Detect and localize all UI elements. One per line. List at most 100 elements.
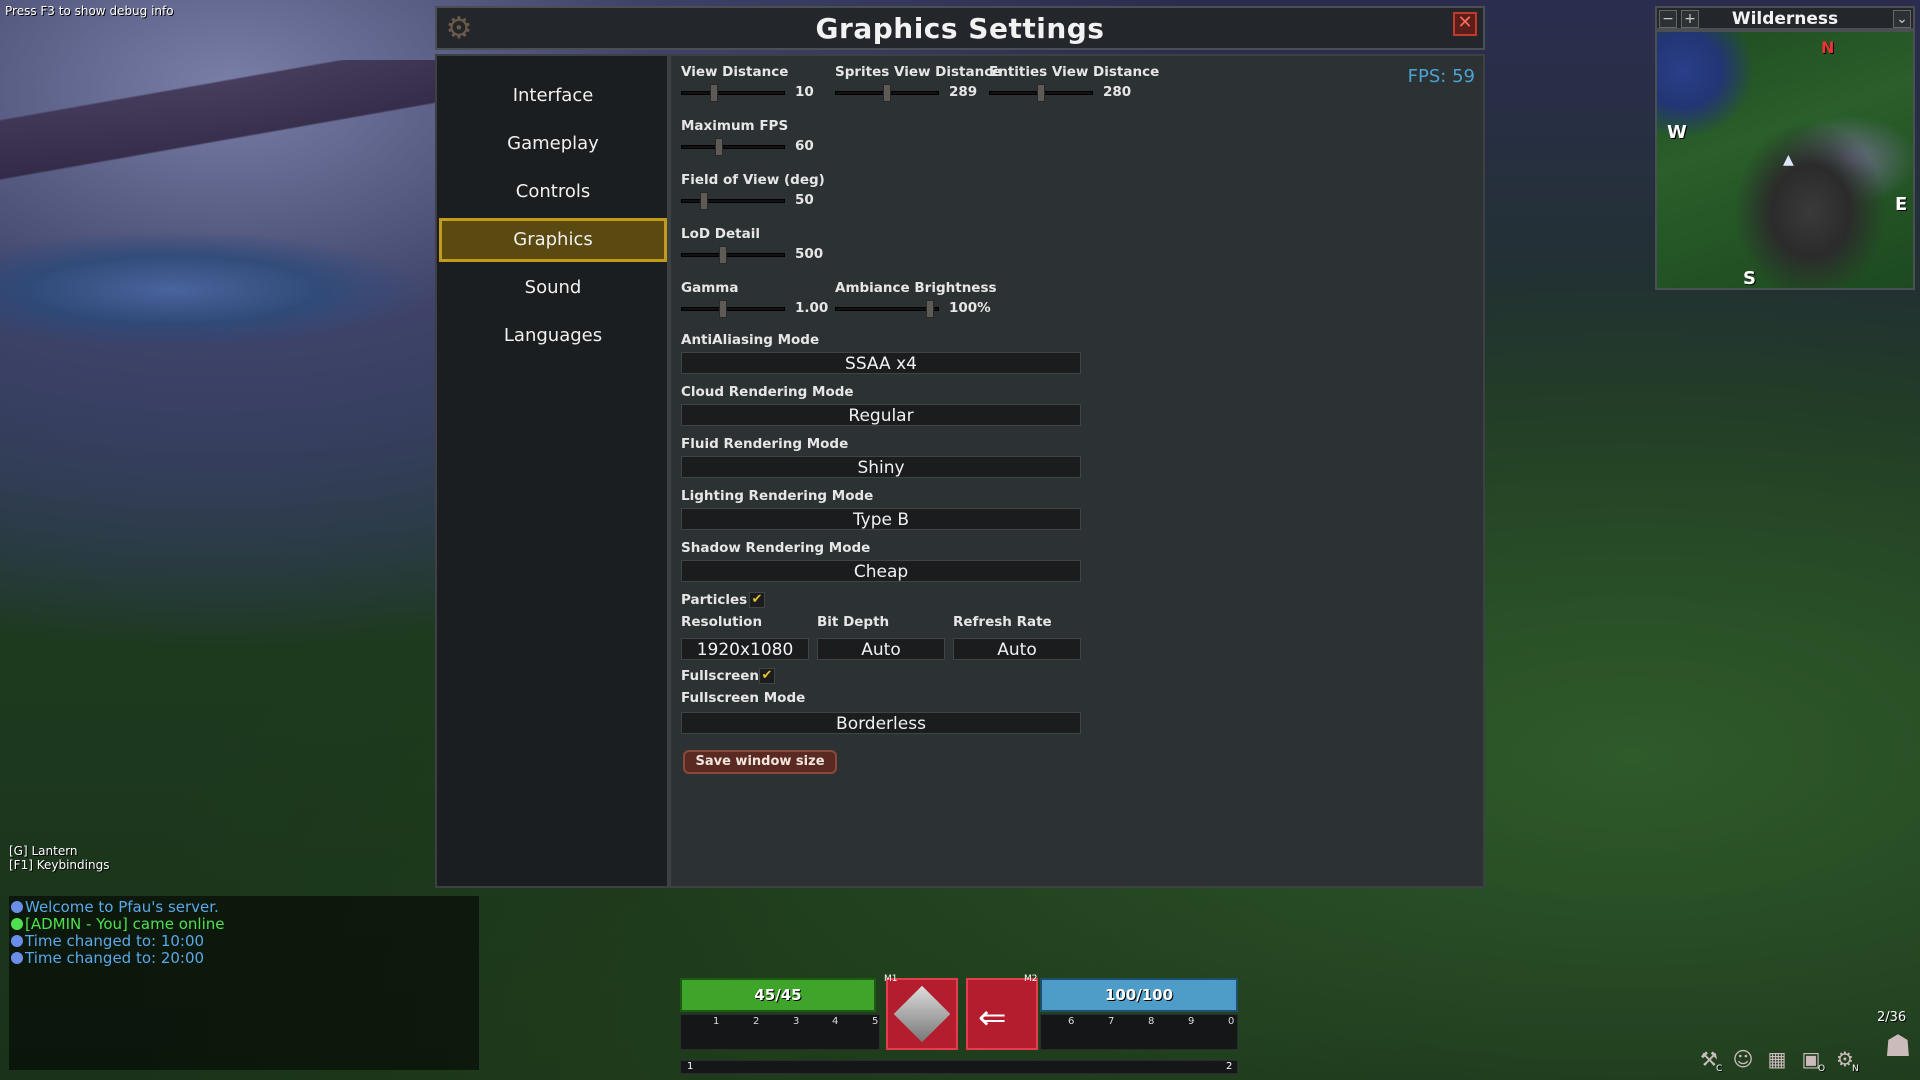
m2-label: M2 xyxy=(1024,974,1038,984)
slider-knob[interactable] xyxy=(719,300,728,318)
lantern-hint: [G] Lantern xyxy=(9,844,78,858)
compass-east: E xyxy=(1895,194,1908,215)
chat-box[interactable]: Welcome to Pfau's server. [ADMIN - You] … xyxy=(9,896,479,1070)
energy-value: 100/100 xyxy=(1104,986,1174,1004)
dash-arrow-icon: ⇐ xyxy=(978,998,1007,1038)
keybindings-hint: [F1] Keybindings xyxy=(9,858,110,872)
fullscreen-checkbox[interactable]: ✔ xyxy=(759,668,775,684)
slider-knob[interactable] xyxy=(714,138,723,156)
shadow-dropdown[interactable]: Cheap xyxy=(681,560,1081,582)
slot-5-label: 5 xyxy=(872,1016,879,1027)
slot-3-label: 3 xyxy=(793,1016,800,1027)
lod-slider[interactable] xyxy=(681,246,785,264)
energy-bar: 100/100 xyxy=(1040,978,1238,1012)
cloud-label: Cloud Rendering Mode xyxy=(681,384,854,400)
slider-knob[interactable] xyxy=(1037,84,1045,102)
page-counter: 2/36 xyxy=(1877,1010,1907,1025)
gamma-label: Gamma xyxy=(681,280,739,296)
view-distance-slider[interactable] xyxy=(681,84,785,102)
ambiance-slider[interactable] xyxy=(835,300,939,318)
tab-sound[interactable]: Sound xyxy=(439,266,667,310)
sword-icon xyxy=(893,985,951,1043)
chat-bullet-icon xyxy=(11,901,23,913)
chat-bullet-icon xyxy=(11,918,23,930)
crafting-hotkey: C xyxy=(1716,1064,1723,1074)
social-icon[interactable]: ☺ xyxy=(1730,1046,1756,1072)
fullscreen-mode-dropdown[interactable]: Borderless xyxy=(681,712,1081,734)
minimap-title: Wilderness xyxy=(1731,9,1839,29)
bit-depth-label: Bit Depth xyxy=(817,614,890,630)
slider-knob[interactable] xyxy=(883,84,891,102)
fov-value: 50 xyxy=(795,192,814,208)
chat-line: Time changed to: 20:00 xyxy=(11,949,204,967)
chat-line: Welcome to Pfau's server. xyxy=(11,898,219,916)
refresh-rate-dropdown[interactable]: Auto xyxy=(953,638,1081,660)
aa-dropdown[interactable]: SSAA x4 xyxy=(681,352,1081,374)
hotbar-slots-left[interactable] xyxy=(680,1014,880,1050)
tab-gameplay[interactable]: Gameplay xyxy=(439,122,667,166)
character-icon[interactable]: ☗ xyxy=(1880,1032,1916,1072)
sprites-view-distance-slider[interactable] xyxy=(835,84,939,102)
sprites-view-distance-value: 289 xyxy=(949,84,978,100)
graphics-settings-panel: FPS: 59 View Distance 10 Sprites View Di… xyxy=(669,54,1485,888)
slot-1-label: 1 xyxy=(713,1016,720,1027)
slider-knob[interactable] xyxy=(700,192,709,210)
lod-value: 500 xyxy=(795,246,824,262)
fullscreen-label: Fullscreen xyxy=(681,668,760,684)
slot-0-label: 0 xyxy=(1228,1016,1235,1027)
max-fps-label: Maximum FPS xyxy=(681,118,789,134)
fps-counter: FPS: 59 xyxy=(1407,66,1475,87)
resolution-label: Resolution xyxy=(681,614,763,630)
tab-interface[interactable]: Interface xyxy=(439,74,667,118)
collapse-minimap-button[interactable]: ⌄ xyxy=(1893,10,1911,28)
tab-languages[interactable]: Languages xyxy=(439,314,667,358)
close-button[interactable]: ✕ xyxy=(1453,12,1477,36)
cloud-dropdown[interactable]: Regular xyxy=(681,404,1081,426)
fluid-dropdown[interactable]: Shiny xyxy=(681,456,1081,478)
max-fps-value: 60 xyxy=(795,138,814,154)
particles-checkbox[interactable]: ✔ xyxy=(749,592,765,608)
slider-knob[interactable] xyxy=(719,246,728,264)
settings-window: ⚙ Graphics Settings ✕ Interface Gameplay… xyxy=(435,6,1485,888)
tab-graphics[interactable]: Graphics xyxy=(439,218,667,262)
m1-label: M1 xyxy=(884,974,898,984)
max-fps-slider[interactable] xyxy=(681,138,785,156)
lake xyxy=(0,230,430,350)
slot-6-label: 6 xyxy=(1068,1016,1075,1027)
compass-south: S xyxy=(1743,268,1756,289)
next-level: 2 xyxy=(1226,1061,1233,1072)
window-title: Graphics Settings xyxy=(815,12,1105,45)
slider-knob[interactable] xyxy=(709,84,718,102)
aa-label: AntiAliasing Mode xyxy=(681,332,820,348)
current-level: 1 xyxy=(687,1061,694,1072)
fov-label: Field of View (deg) xyxy=(681,172,825,188)
entities-view-distance-slider[interactable] xyxy=(989,84,1093,102)
bag-hotkey: O xyxy=(1818,1064,1826,1074)
fov-slider[interactable] xyxy=(681,192,785,210)
particles-label: Particles xyxy=(681,592,748,608)
slot-2-label: 2 xyxy=(753,1016,760,1027)
map-icon[interactable]: ▦ xyxy=(1764,1046,1790,1072)
entities-view-distance-label: Entities View Distance xyxy=(989,64,1160,80)
resolution-dropdown[interactable]: 1920x1080 xyxy=(681,638,809,660)
primary-ability-slot[interactable] xyxy=(886,978,958,1050)
lod-label: LoD Detail xyxy=(681,226,760,242)
tab-controls[interactable]: Controls xyxy=(439,170,667,214)
gamma-slider[interactable] xyxy=(681,300,785,318)
minimap: − + Wilderness ⌄ N W E S ▲ xyxy=(1655,6,1915,290)
health-bar: 45/45 xyxy=(680,978,876,1012)
minimap-view[interactable]: N W E S ▲ xyxy=(1655,30,1915,290)
compass-west: W xyxy=(1667,122,1687,143)
ambiance-value: 100% xyxy=(949,300,991,316)
fullscreen-mode-label: Fullscreen Mode xyxy=(681,690,806,706)
secondary-ability-slot[interactable]: ⇐ xyxy=(966,978,1038,1050)
slider-knob[interactable] xyxy=(926,300,935,318)
chat-text: [ADMIN - You] came online xyxy=(25,915,225,933)
lighting-label: Lighting Rendering Mode xyxy=(681,488,874,504)
debug-hint: Press F3 to show debug info xyxy=(5,4,174,18)
mountain-silhouette xyxy=(0,60,440,180)
refresh-rate-label: Refresh Rate xyxy=(953,614,1052,630)
bit-depth-dropdown[interactable]: Auto xyxy=(817,638,945,660)
lighting-dropdown[interactable]: Type B xyxy=(681,508,1081,530)
save-window-size-button[interactable]: Save window size xyxy=(683,750,837,774)
